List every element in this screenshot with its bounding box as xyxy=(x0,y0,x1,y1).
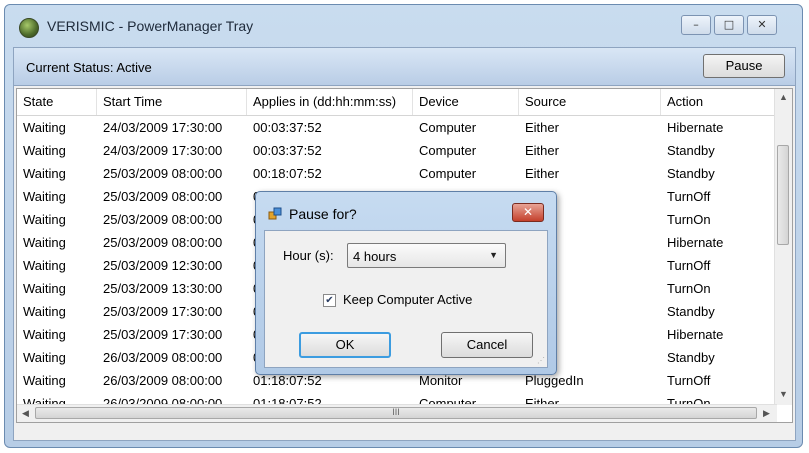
app-icon xyxy=(19,18,39,38)
hour-label: Hour (s): xyxy=(283,248,334,263)
table-cell: TurnOn xyxy=(667,212,711,227)
table-cell: Hibernate xyxy=(667,235,724,250)
table-cell: Waiting xyxy=(23,143,66,158)
table-cell: Waiting xyxy=(23,373,66,388)
table-cell: Standby xyxy=(667,304,715,319)
minimize-button[interactable]: – xyxy=(681,15,711,35)
table-cell: 25/03/2009 13:30:00 xyxy=(103,281,223,296)
vertical-scroll-thumb[interactable] xyxy=(777,145,789,245)
table-cell: Either xyxy=(525,143,559,158)
table-cell: Waiting xyxy=(23,189,66,204)
table-cell: Waiting xyxy=(23,166,66,181)
table-cell: Computer xyxy=(419,143,477,158)
table-cell: 26/03/2009 08:00:00 xyxy=(103,373,223,388)
horizontal-scrollbar[interactable]: ◀ III ▶ xyxy=(17,404,777,422)
table-cell: Waiting xyxy=(23,327,66,342)
status-bar: Current Status: Active Pause xyxy=(14,48,795,86)
table-cell: Either xyxy=(525,166,559,181)
table-cell: Either xyxy=(525,120,559,135)
scroll-down-icon[interactable]: ▼ xyxy=(779,389,788,399)
column-header[interactable]: State xyxy=(17,89,97,115)
table-cell: 26/03/2009 08:00:00 xyxy=(103,350,223,365)
table-cell: Waiting xyxy=(23,281,66,296)
table-cell: 25/03/2009 08:00:00 xyxy=(103,212,223,227)
cancel-button[interactable]: Cancel xyxy=(441,332,533,358)
table-cell: 25/03/2009 17:30:00 xyxy=(103,304,223,319)
table-cell: TurnOff xyxy=(667,373,711,388)
table-cell: 00:03:37:52 xyxy=(253,143,322,158)
table-cell: Standby xyxy=(667,350,715,365)
dialog-close-button[interactable]: ✕ xyxy=(512,203,544,222)
close-button[interactable]: ✕ xyxy=(747,15,777,35)
table-cell: 25/03/2009 17:30:00 xyxy=(103,327,223,342)
table-row[interactable]: Waiting 24/03/2009 17:30:00 00:03:37:52 Com… xyxy=(17,116,777,139)
table-cell: Hibernate xyxy=(667,120,724,135)
resize-grip-icon[interactable]: ⋰ xyxy=(537,356,545,365)
scroll-left-icon[interactable]: ◀ xyxy=(22,408,29,419)
maximize-button[interactable]: □ xyxy=(714,15,744,35)
table-row[interactable]: Waiting 25/03/2009 08:00:00 00:18:07:52 Com… xyxy=(17,162,777,185)
table-cell: Computer xyxy=(419,166,477,181)
table-cell: 25/03/2009 08:00:00 xyxy=(103,235,223,250)
table-cell: 00:18:07:52 xyxy=(253,166,322,181)
table-cell: TurnOff xyxy=(667,258,711,273)
column-header[interactable]: Applies in (dd:hh:mm:ss) xyxy=(247,89,413,115)
dialog-body: Hour (s): 4 hours ▼ ✔ Keep Computer Acti… xyxy=(264,230,548,368)
hour-select-value: 4 hours xyxy=(353,249,397,264)
table-cell: TurnOn xyxy=(667,281,711,296)
keep-active-label[interactable]: Keep Computer Active xyxy=(343,292,472,307)
scroll-up-icon[interactable]: ▲ xyxy=(779,92,788,102)
chevron-down-icon: ▼ xyxy=(489,250,498,260)
keep-active-checkbox[interactable]: ✔ xyxy=(323,294,336,307)
list-header: State Start Time Applies in (dd:hh:mm:ss) D… xyxy=(17,89,777,116)
table-row[interactable]: Waiting 24/03/2009 17:30:00 00:03:37:52 Com… xyxy=(17,139,777,162)
vertical-scrollbar[interactable]: ▲ ▼ xyxy=(774,89,792,405)
current-status: Current Status: Active xyxy=(26,60,152,75)
table-cell: Standby xyxy=(667,166,715,181)
column-header[interactable]: Source xyxy=(519,89,661,115)
pause-button[interactable]: Pause xyxy=(703,54,785,78)
table-cell: 25/03/2009 08:00:00 xyxy=(103,189,223,204)
table-cell: 25/03/2009 12:30:00 xyxy=(103,258,223,273)
pause-dialog: Pause for? ✕ Hour (s): 4 hours ▼ ✔ Keep … xyxy=(255,191,557,375)
window-title: VERISMIC - PowerManager Tray xyxy=(47,18,254,34)
table-cell: Standby xyxy=(667,143,715,158)
ok-button[interactable]: OK xyxy=(299,332,391,358)
table-cell: TurnOff xyxy=(667,189,711,204)
main-window: VERISMIC - PowerManager Tray – □ ✕ Curre… xyxy=(4,4,803,448)
column-header[interactable]: Action xyxy=(661,89,777,115)
column-header[interactable]: Start Time xyxy=(97,89,247,115)
table-cell: Waiting xyxy=(23,212,66,227)
table-cell: Waiting xyxy=(23,120,66,135)
table-cell: 24/03/2009 17:30:00 xyxy=(103,120,223,135)
hour-select[interactable]: 4 hours ▼ xyxy=(347,243,506,268)
scroll-right-icon[interactable]: ▶ xyxy=(763,408,770,419)
table-cell: Waiting xyxy=(23,350,66,365)
table-cell: Computer xyxy=(419,120,477,135)
table-cell: Waiting xyxy=(23,304,66,319)
table-cell: 00:03:37:52 xyxy=(253,120,322,135)
column-header[interactable]: Device xyxy=(413,89,519,115)
dialog-app-icon xyxy=(268,207,282,220)
table-cell: Hibernate xyxy=(667,327,724,342)
table-cell: 25/03/2009 08:00:00 xyxy=(103,166,223,181)
title-bar[interactable]: VERISMIC - PowerManager Tray – □ ✕ xyxy=(5,5,802,47)
table-cell: Waiting xyxy=(23,258,66,273)
dialog-title: Pause for? xyxy=(289,206,357,222)
table-cell: Waiting xyxy=(23,235,66,250)
table-cell: 24/03/2009 17:30:00 xyxy=(103,143,223,158)
horizontal-scroll-thumb[interactable]: III xyxy=(35,407,757,419)
